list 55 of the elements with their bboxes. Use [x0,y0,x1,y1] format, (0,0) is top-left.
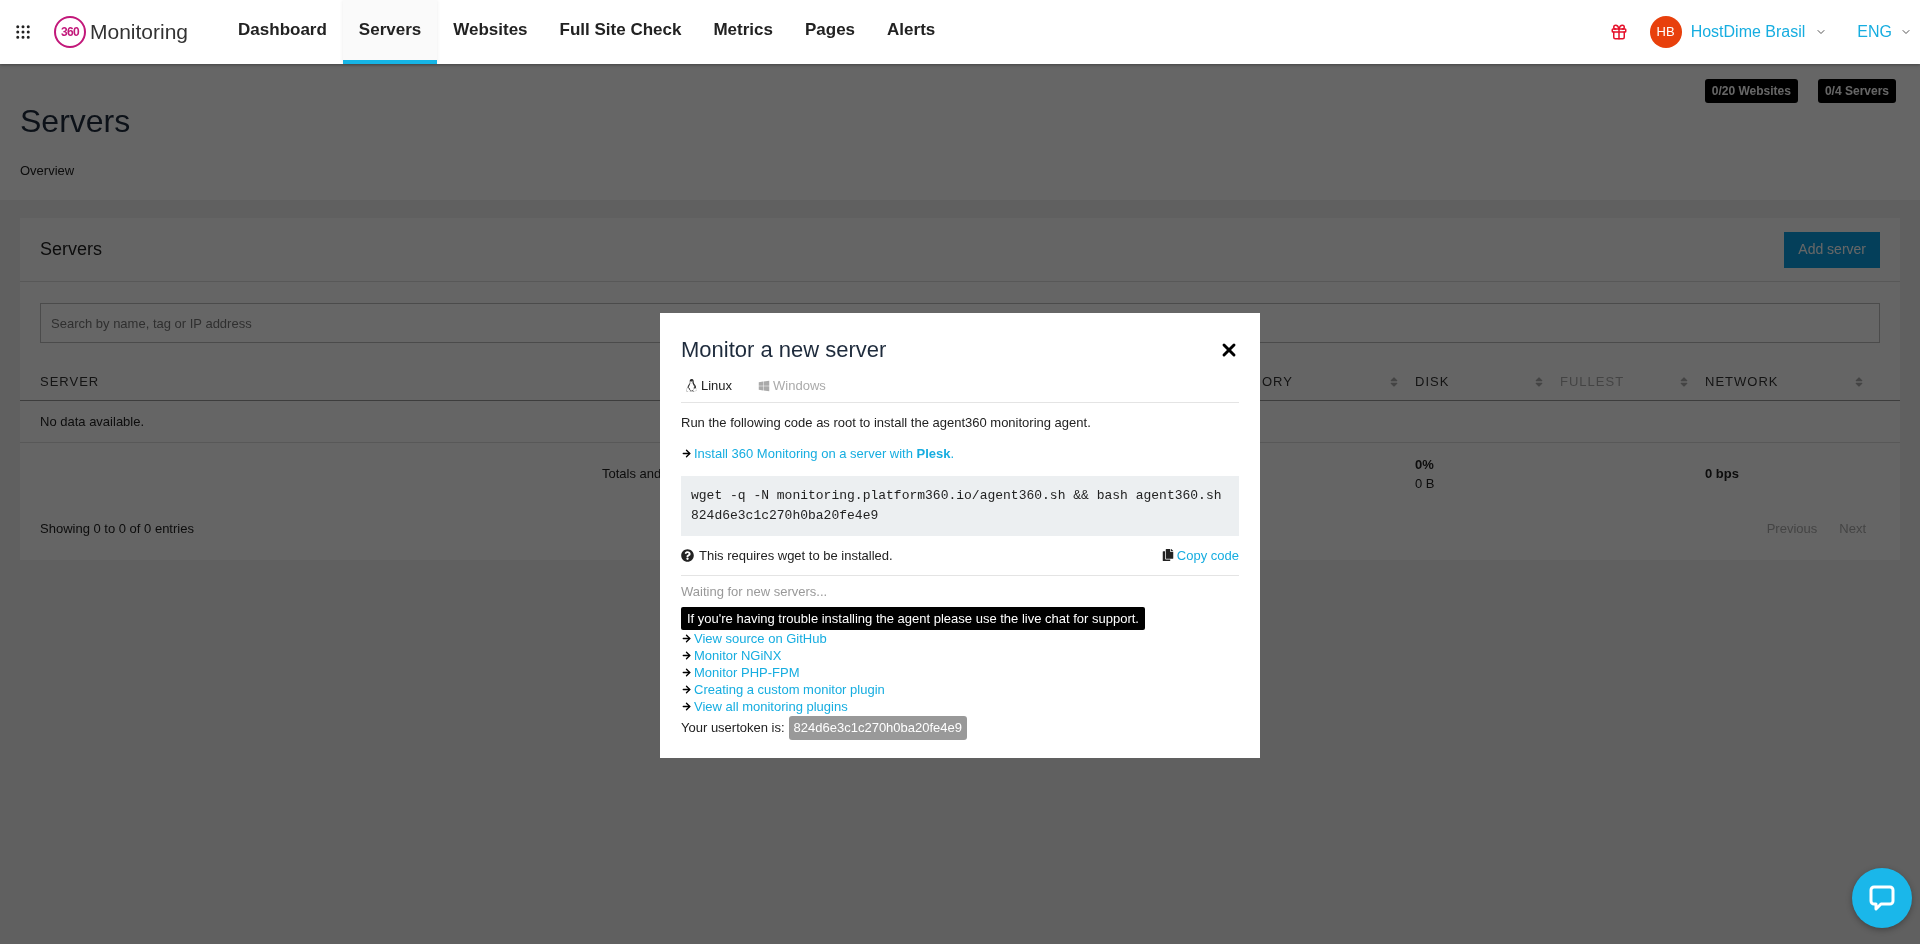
arrow-right-icon [681,448,692,460]
os-tab[interactable]: Linux [681,376,733,396]
nav-tab[interactable]: Servers [342,0,438,64]
column-header[interactable]: NETWORK [1705,371,1779,392]
arrow-right-icon [681,650,692,661]
network-total: 0 bps [1705,465,1740,484]
language-selector[interactable]: ENG [1857,20,1892,44]
sort-icon[interactable] [1534,375,1544,388]
account-menu[interactable]: HostDime Brasil [1690,20,1806,44]
penguin-icon [685,379,698,393]
sort-icon[interactable] [1854,375,1864,388]
breadcrumb: Overview [20,162,76,180]
page-title: Servers [20,105,132,137]
instruction-text: Run the following code as root to install the agent360 monitoring agent. [681,413,1092,432]
column-header[interactable]: ORY [1262,371,1293,392]
copy-code-button[interactable]: Copy code [1161,545,1239,565]
apps-grid-icon[interactable] [14,23,32,41]
quota-badge: 0/20 Websites [1704,79,1798,103]
plesk-install-link[interactable]: Install 360 Monitoring on a server with Plesk. [694,444,955,464]
panel-title: Servers [40,238,102,261]
arrow-right-icon [681,701,692,712]
column-header[interactable]: SERVER [40,371,100,392]
modal-title: Monitor a new server [681,336,887,364]
empty-message: No data available. [40,412,145,431]
support-notice: If you're having trouble installing the agent please use the live chat for support. [681,606,1145,630]
quota-badge: 0/4 Servers [1817,79,1896,103]
arrow-right-icon [681,633,692,644]
arrow-right-icon [681,667,692,678]
os-tab[interactable]: Windows [754,376,826,396]
usertoken-value: 824d6e3c1c270h0ba20fe4e9 [788,716,968,740]
nav-tab[interactable]: Metrics [697,0,789,64]
copy-icon [1161,549,1174,562]
waiting-status: Waiting for new servers... [681,583,829,601]
logo[interactable]: 360 Monitoring [54,16,189,48]
help-icon [681,548,694,562]
totals-label: Totals and [601,465,663,484]
gift-icon[interactable] [1609,23,1628,41]
disk-percent: 0% [1415,455,1435,474]
add-server-button[interactable]: Add server [1784,231,1880,268]
disk-size: 0 B [1415,475,1436,493]
chat-bubble-icon [1868,884,1896,912]
nav-tab[interactable]: Dashboard [222,0,343,64]
install-command: wget -q -N monitoring.platform360.io/agent360.sh && bash agent360.sh 824d6e3c1c270h0ba20fe4e9 [681,475,1239,536]
nav-tab[interactable]: Websites [437,0,544,64]
nav-tab[interactable]: Full Site Check [543,0,698,64]
windows-logo-icon [758,379,771,392]
nav-tab[interactable]: Alerts [871,0,952,64]
column-header[interactable]: DISK [1415,371,1450,392]
usertoken-label: Your usertoken is: [681,719,785,737]
sort-icon[interactable] [1389,375,1399,388]
arrow-right-icon [681,684,692,695]
nav-tab[interactable]: Pages [789,0,872,64]
requirement-note: This requires wget to be installed. [699,546,893,565]
entries-info: Showing 0 to 0 of 0 entries [40,520,194,538]
account-avatar[interactable]: HB [1649,16,1682,48]
